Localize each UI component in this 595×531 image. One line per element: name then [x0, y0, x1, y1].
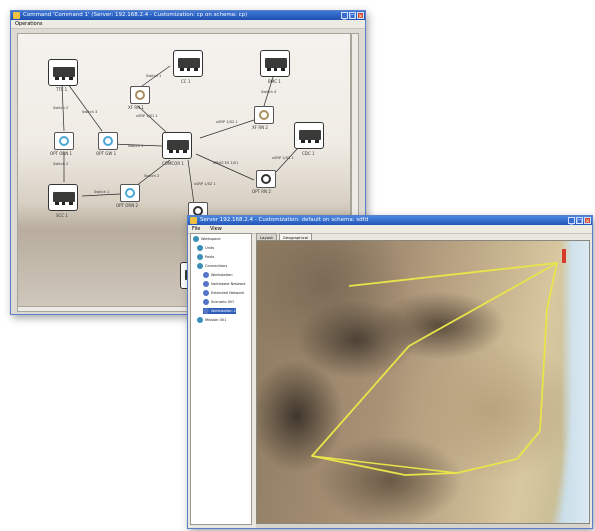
close-icon[interactable]: × [584, 217, 591, 225]
network-icon [203, 299, 209, 305]
edge-label: xSRP 1/S3 1 [272, 156, 294, 160]
tree-item-mission-001[interactable]: Mission 001 [197, 317, 226, 323]
tree-item-workstation-2[interactable]: Workstation 2 [203, 308, 236, 314]
map-marker [562, 249, 566, 263]
network-icon [203, 308, 209, 314]
node-scc1-label: SCC 1 [56, 213, 68, 218]
tree-item-extended-network[interactable]: Extended Network [203, 290, 244, 296]
tree-item-workstation[interactable]: Workstation [203, 272, 232, 278]
node-cc1-label: CC 1 [181, 79, 191, 84]
node-opt1-label: OPT ORN 1 [50, 151, 73, 156]
app-icon [190, 217, 197, 224]
node-opt3-label: OPT RN 2 [252, 189, 271, 194]
edge-label: Switch 3 [82, 110, 98, 114]
node-opt2[interactable] [120, 184, 140, 202]
node-ttc1[interactable] [48, 59, 78, 86]
command-menubar: Operations [11, 20, 365, 29]
truck-icon [178, 58, 200, 71]
map-window: Server 192.168.2.4 - Customization: defa… [187, 215, 593, 529]
tree-item-posts[interactable]: Posts [197, 254, 214, 260]
truck-icon [53, 67, 75, 80]
truck-icon [167, 140, 189, 153]
view-tabs: Layout Geographical [256, 233, 313, 240]
edge-ttc1-optgw1 [67, 83, 103, 132]
globe-icon [197, 254, 203, 260]
network-icon [203, 272, 209, 278]
cable-icon [259, 110, 269, 120]
node-opt2-label: OPT ORN 2 [116, 203, 139, 208]
node-opt1[interactable] [54, 132, 74, 150]
edge-label: Switch 2 [144, 174, 160, 178]
node-ttc1-label: TTC 1 [56, 87, 68, 92]
node-optgw1[interactable] [98, 132, 118, 150]
network-icon [203, 281, 209, 287]
edge-label: Switch 1 [94, 190, 110, 194]
edge-label: xSRP 1/S1 1 [136, 114, 158, 118]
map-statusbar [256, 524, 590, 528]
minimize-icon[interactable]: _ [341, 12, 348, 20]
globe-icon [197, 263, 203, 269]
node-cdc1[interactable] [294, 122, 324, 149]
node-bmc1[interactable] [260, 50, 290, 77]
workspace-icon [193, 236, 199, 242]
route-polygon [311, 262, 558, 476]
app-icon [13, 12, 20, 19]
globe-icon [197, 317, 203, 323]
command-window-titlebar[interactable]: Command 'Command 1' (Server: 192.168.2.4… [11, 11, 365, 20]
node-bmc1-label: BMC 1 [268, 79, 281, 84]
edge-label: Switch 4 [261, 90, 277, 94]
tree-item-units[interactable]: Units [197, 245, 214, 251]
terrain-map[interactable] [256, 240, 590, 524]
tree-item-connections[interactable]: Connections [197, 263, 227, 269]
map-window-titlebar[interactable]: Server 192.168.2.4 - Customization: defa… [188, 216, 592, 225]
cable-icon [261, 174, 271, 184]
node-xr2-label: XF RN 2 [252, 125, 268, 130]
edge-label: Switch 1 [146, 74, 162, 78]
edge-label: Switch 2 [53, 106, 69, 110]
edge-label: xSRP 1/S2 1 [216, 120, 238, 124]
node-comcor1-label: COMCOR 1 [162, 161, 184, 166]
edge-label: Switch 1 [128, 144, 144, 148]
network-icon [203, 290, 209, 296]
route-overlay [311, 249, 566, 476]
node-optgw1-label: OPT GW 1 [96, 151, 117, 156]
node-comcor1[interactable] [162, 132, 192, 159]
node-xr2[interactable] [254, 106, 274, 124]
tree-item-workspace[interactable]: Workspace [193, 236, 221, 242]
tab-geographical[interactable]: Geographical [278, 233, 313, 240]
node-xr1[interactable] [130, 86, 150, 104]
maximize-icon[interactable]: □ [349, 12, 356, 20]
close-icon[interactable]: × [357, 12, 364, 20]
edge-opt3-cdc1 [275, 147, 299, 173]
globe-icon [197, 245, 203, 251]
edge-label: xSRP 1/S2 1 [194, 182, 216, 186]
edge-opt2-scc1 [81, 193, 121, 197]
truck-icon [53, 192, 75, 205]
tab-layout[interactable]: Layout [256, 233, 277, 240]
node-cdc1-label: CDC 1 [302, 151, 315, 156]
edge-comcor1-opt3 [195, 153, 255, 181]
menu-file[interactable]: File [192, 226, 200, 232]
edge-label: MBUS ES 1/S1 [213, 161, 239, 165]
fiber-icon [125, 188, 135, 198]
edge-label: Switch 2 [53, 162, 69, 166]
tree-item-northwest-network[interactable]: Northwest Network [203, 281, 246, 287]
truck-icon [265, 58, 287, 71]
workspace-tree: Workspace Units Posts Connections Workst… [190, 233, 252, 525]
node-scc1[interactable] [48, 184, 78, 211]
menu-operations[interactable]: Operations [15, 21, 43, 27]
map-window-title: Server 192.168.2.4 - Customization: defa… [200, 217, 369, 223]
tree-item-scenario-iso[interactable]: Scenario ISO [203, 299, 234, 305]
menu-view[interactable]: View [210, 226, 222, 232]
command-window-title: Command 'Command 1' (Server: 192.168.2.4… [23, 12, 248, 18]
maximize-icon[interactable]: □ [576, 217, 583, 225]
cable-icon [135, 90, 145, 100]
node-opt3[interactable] [256, 170, 276, 188]
node-cc1[interactable] [173, 50, 203, 77]
truck-icon [299, 130, 321, 143]
minimize-icon[interactable]: _ [568, 217, 575, 225]
fiber-icon [103, 136, 113, 146]
node-xr1-label: XF RN 1 [128, 105, 144, 110]
fiber-icon [59, 136, 69, 146]
